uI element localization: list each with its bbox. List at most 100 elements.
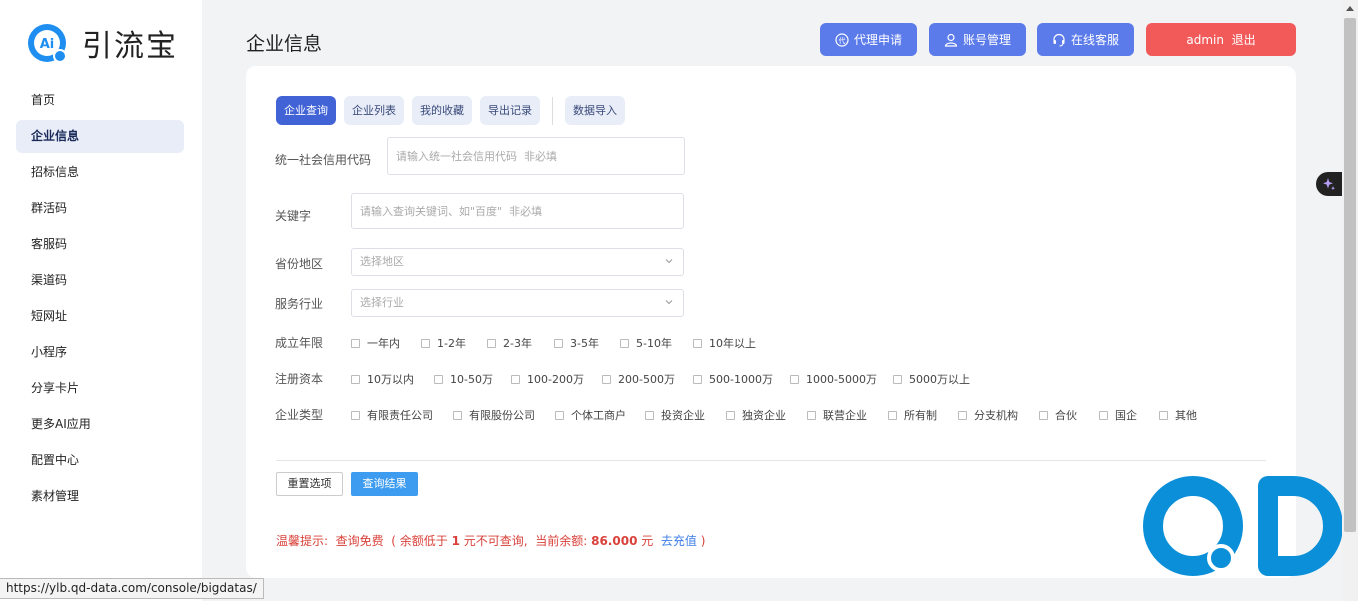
checkbox[interactable] bbox=[434, 374, 443, 384]
years-option[interactable]: 1-2年 bbox=[421, 335, 487, 351]
company-type-option[interactable]: 联营企业 bbox=[807, 407, 888, 423]
capital-option[interactable]: 200-500万 bbox=[602, 371, 693, 387]
sidebar-item-share-card[interactable]: 分享卡片 bbox=[16, 372, 184, 405]
checkbox[interactable] bbox=[511, 374, 520, 384]
tab-export-records[interactable]: 导出记录 bbox=[480, 96, 540, 125]
capital-options: 10万以内 10-50万 100-200万 200-500万 500-1000万… bbox=[351, 371, 970, 387]
sparkle-icon bbox=[1323, 178, 1335, 191]
scroll-up-arrow-icon[interactable] bbox=[1346, 6, 1354, 11]
company-type-option[interactable]: 有限股份公司 bbox=[453, 407, 555, 423]
capital-option[interactable]: 10万以内 bbox=[351, 371, 434, 387]
years-option[interactable]: 10年以上 bbox=[693, 335, 756, 351]
online-service-button[interactable]: 在线客服 bbox=[1037, 23, 1134, 56]
capital-option[interactable]: 5000万以上 bbox=[893, 371, 970, 387]
company-type-option[interactable]: 有限责任公司 bbox=[351, 407, 453, 423]
agent-apply-button[interactable]: 代 代理申请 bbox=[820, 23, 917, 56]
years-option-label: 1-2年 bbox=[437, 337, 466, 350]
company-type-option[interactable]: 其他 bbox=[1159, 407, 1197, 423]
checkbox[interactable] bbox=[726, 410, 735, 420]
checkbox[interactable] bbox=[620, 338, 629, 348]
checkbox[interactable] bbox=[645, 410, 654, 420]
years-option[interactable]: 5-10年 bbox=[620, 335, 693, 351]
sidebar-item-group-code[interactable]: 群活码 bbox=[16, 192, 184, 225]
industry-label: 服务行业 bbox=[275, 297, 324, 311]
checkbox[interactable] bbox=[807, 410, 816, 420]
tab-company-search[interactable]: 企业查询 bbox=[276, 96, 336, 125]
company-type-option-label: 联营企业 bbox=[823, 409, 867, 422]
sidebar-item-more-ai[interactable]: 更多AI应用 bbox=[16, 408, 184, 441]
checkbox[interactable] bbox=[602, 374, 611, 384]
credit-code-input[interactable] bbox=[387, 137, 685, 175]
years-option[interactable]: 2-3年 bbox=[487, 335, 554, 351]
keyword-input[interactable] bbox=[351, 193, 684, 229]
checkbox[interactable] bbox=[351, 374, 360, 384]
sidebar-item-bidding-info[interactable]: 招标信息 bbox=[16, 156, 184, 189]
checkbox[interactable] bbox=[1099, 410, 1108, 420]
chevron-down-icon bbox=[665, 259, 673, 264]
company-type-option-label: 投资企业 bbox=[661, 409, 705, 422]
tab-company-list[interactable]: 企业列表 bbox=[344, 96, 404, 125]
company-type-option[interactable]: 分支机构 bbox=[958, 407, 1039, 423]
capital-option[interactable]: 10-50万 bbox=[434, 371, 511, 387]
years-option-label: 2-3年 bbox=[503, 337, 532, 350]
hint-suffix: ) bbox=[696, 534, 706, 548]
company-type-option[interactable]: 独资企业 bbox=[726, 407, 807, 423]
capital-option[interactable]: 500-1000万 bbox=[693, 371, 790, 387]
logout-button[interactable]: admin 退出 bbox=[1146, 23, 1296, 56]
checkbox[interactable] bbox=[893, 374, 902, 384]
capital-option[interactable]: 1000-5000万 bbox=[790, 371, 893, 387]
reset-button[interactable]: 重置选项 bbox=[276, 472, 343, 496]
checkbox[interactable] bbox=[1159, 410, 1168, 420]
online-service-label: 在线客服 bbox=[1070, 33, 1119, 47]
company-type-option[interactable]: 投资企业 bbox=[645, 407, 726, 423]
account-manage-button[interactable]: 账号管理 bbox=[929, 23, 1026, 56]
industry-select[interactable]: 选择行业 bbox=[351, 289, 684, 317]
checkbox[interactable] bbox=[421, 338, 430, 348]
checkbox[interactable] bbox=[453, 410, 462, 420]
scroll-thumb[interactable] bbox=[1344, 18, 1356, 532]
brand-logo[interactable]: Ai 引流宝 bbox=[26, 22, 178, 64]
years-option[interactable]: 3-5年 bbox=[554, 335, 620, 351]
checkbox[interactable] bbox=[693, 338, 702, 348]
ai-assistant-button[interactable] bbox=[1316, 172, 1342, 196]
sidebar-item-channel-code[interactable]: 渠道码 bbox=[16, 264, 184, 297]
sidebar-item-config[interactable]: 配置中心 bbox=[16, 444, 184, 477]
balance-hint: 温馨提示: 查询免费 ( 余额低于 1 元不可查询, 当前余额: 86.000 … bbox=[276, 532, 705, 549]
checkbox[interactable] bbox=[555, 410, 564, 420]
capital-option[interactable]: 100-200万 bbox=[511, 371, 602, 387]
checkbox[interactable] bbox=[1039, 410, 1048, 420]
tab-favorites[interactable]: 我的收藏 bbox=[412, 96, 472, 125]
svg-text:Ai: Ai bbox=[40, 37, 55, 52]
tab-divider bbox=[552, 96, 553, 125]
account-manage-label: 账号管理 bbox=[962, 33, 1011, 47]
sidebar-item-mini-program[interactable]: 小程序 bbox=[16, 336, 184, 369]
capital-option-label: 10-50万 bbox=[450, 373, 493, 386]
checkbox[interactable] bbox=[351, 338, 360, 348]
tab-data-import[interactable]: 数据导入 bbox=[565, 96, 625, 125]
query-button[interactable]: 查询结果 bbox=[351, 472, 418, 496]
checkbox[interactable] bbox=[554, 338, 563, 348]
page-scrollbar[interactable] bbox=[1342, 0, 1358, 601]
qd-logo-icon bbox=[1143, 476, 1343, 576]
checkbox[interactable] bbox=[351, 410, 360, 420]
checkbox[interactable] bbox=[693, 374, 702, 384]
svg-text:代: 代 bbox=[838, 36, 845, 45]
company-type-option[interactable]: 所有制 bbox=[888, 407, 958, 423]
sidebar-item-materials[interactable]: 素材管理 bbox=[16, 480, 184, 513]
region-select[interactable]: 选择地区 bbox=[351, 248, 684, 276]
company-type-option[interactable]: 个体工商户 bbox=[555, 407, 645, 423]
checkbox[interactable] bbox=[958, 410, 967, 420]
company-type-option[interactable]: 合伙 bbox=[1039, 407, 1099, 423]
checkbox[interactable] bbox=[487, 338, 496, 348]
sidebar-item-company-info[interactable]: 企业信息 bbox=[16, 120, 184, 153]
capital-option-label: 5000万以上 bbox=[909, 373, 970, 386]
sidebar-item-home[interactable]: 首页 bbox=[16, 84, 184, 117]
checkbox[interactable] bbox=[888, 410, 897, 420]
sidebar-item-short-url[interactable]: 短网址 bbox=[16, 300, 184, 333]
sidebar-nav: 首页 企业信息 招标信息 群活码 客服码 渠道码 短网址 小程序 分享卡片 更多… bbox=[16, 84, 184, 516]
checkbox[interactable] bbox=[790, 374, 799, 384]
sidebar-item-service-code[interactable]: 客服码 bbox=[16, 228, 184, 261]
years-option[interactable]: 一年内 bbox=[351, 335, 421, 351]
recharge-link[interactable]: 去充值 bbox=[661, 534, 697, 548]
company-type-option[interactable]: 国企 bbox=[1099, 407, 1159, 423]
